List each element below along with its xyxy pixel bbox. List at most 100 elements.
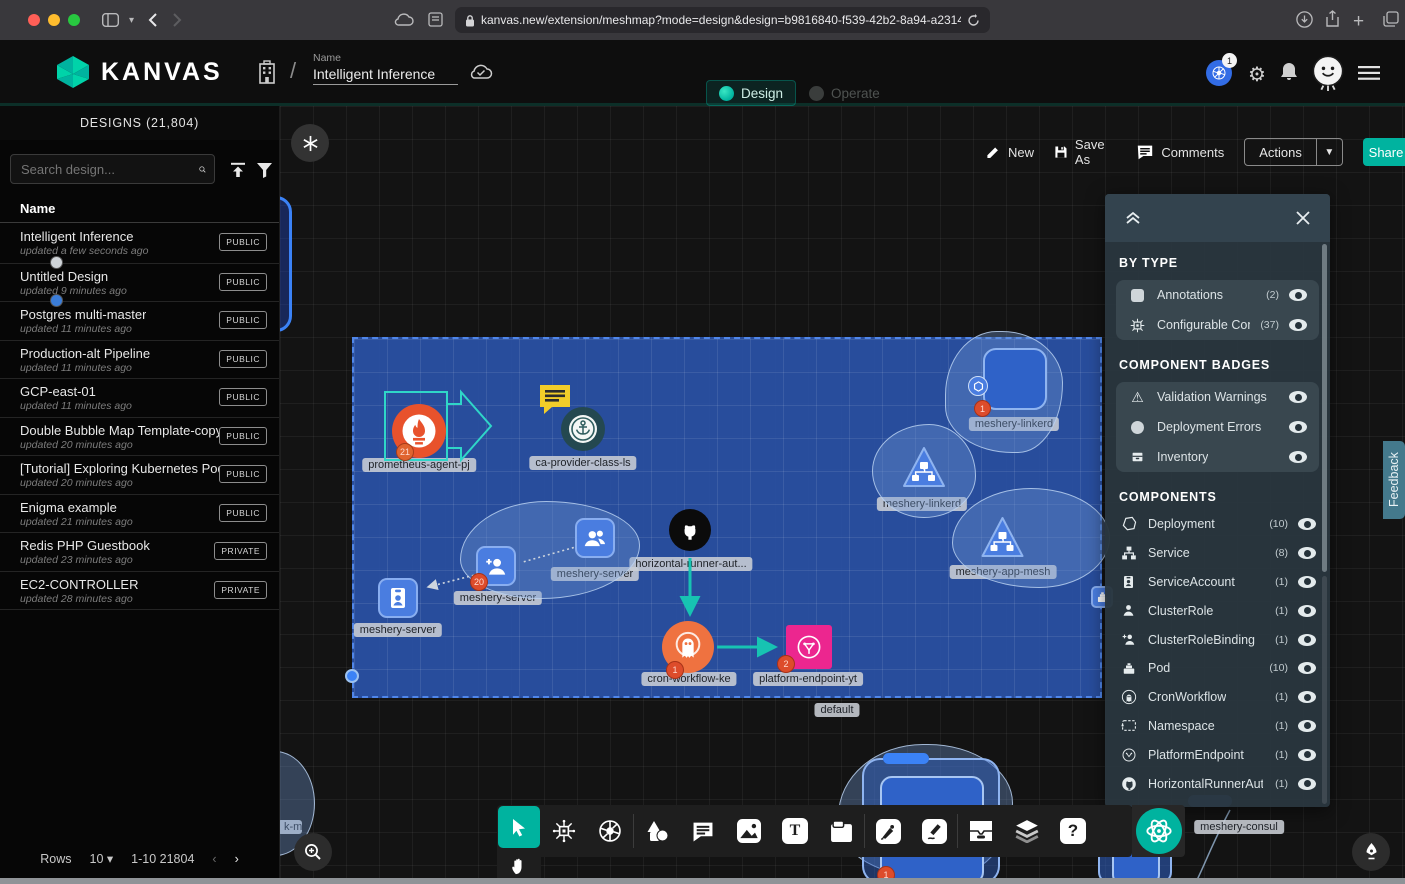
eye-icon[interactable] (1298, 778, 1316, 790)
component-row-deployment[interactable]: Deployment(10) (1105, 510, 1330, 539)
component-row-horizontalrunnerautoscaler[interactable]: HorizontalRunnerAutos(1) (1105, 769, 1330, 798)
design-row[interactable]: Production-alt Pipeline updated 11 minut… (0, 340, 279, 379)
share-page-icon[interactable] (1325, 10, 1340, 28)
component-tool-button[interactable] (541, 819, 587, 843)
sidebar-toggle-icon[interactable] (102, 13, 119, 27)
address-bar[interactable]: kanvas.new/extension/meshmap?mode=design… (455, 7, 990, 33)
maximize-window-button[interactable] (68, 14, 80, 26)
rows-per-page-select[interactable]: 10 ▾ (90, 851, 114, 866)
design-name-input[interactable] (313, 64, 458, 85)
layer-row-configurable-components[interactable]: Configurable Compon (37) (1116, 310, 1319, 340)
design-row[interactable]: Intelligent Inference updated a few seco… (0, 224, 279, 263)
eye-icon[interactable] (1298, 662, 1316, 674)
hamburger-menu-icon[interactable] (1358, 66, 1380, 80)
node-horizontal-runner[interactable] (669, 509, 711, 551)
eye-icon[interactable] (1298, 634, 1316, 646)
badge-row-validation-warnings[interactable]: ⚠ Validation Warnings (1116, 382, 1319, 412)
tab-operate[interactable]: Operate (797, 80, 892, 106)
node-meshery-server-serviceaccount[interactable] (378, 578, 418, 618)
eye-icon[interactable] (1298, 605, 1316, 617)
node-handle[interactable] (883, 753, 929, 764)
eye-icon[interactable] (1289, 319, 1307, 331)
downloads-icon[interactable] (1296, 11, 1313, 28)
error-badge[interactable]: 1 (974, 400, 991, 417)
close-icon[interactable] (1296, 211, 1310, 225)
actions-button[interactable]: Actions (1244, 138, 1317, 166)
component-row-namespace[interactable]: Namespace(1) (1105, 712, 1330, 741)
tab-overview-icon[interactable] (1383, 11, 1399, 27)
pen-tool-button[interactable] (865, 819, 911, 844)
design-row[interactable]: Postgres multi-master updated 11 minutes… (0, 301, 279, 340)
component-row-serviceaccount[interactable]: ServiceAccount(1) (1105, 568, 1330, 597)
design-row[interactable]: Redis PHP Guestbook updated 23 minutes a… (0, 532, 279, 571)
note-tool-button[interactable] (818, 820, 864, 843)
eye-icon[interactable] (1298, 547, 1316, 559)
design-row[interactable]: Untitled Design updated 9 minutes ago PU… (0, 263, 279, 302)
comment-tool-button[interactable] (680, 821, 726, 842)
eye-icon[interactable] (1298, 518, 1316, 530)
design-row[interactable]: [Tutorial] Exploring Kubernetes Pod upda… (0, 455, 279, 494)
meshery-extension-button[interactable] (1132, 805, 1185, 857)
filter-icon[interactable] (256, 162, 273, 178)
node-meshery-linkerd-service[interactable] (901, 445, 947, 490)
eye-icon[interactable] (1289, 391, 1307, 403)
component-row-cronworkflow[interactable]: CronWorkflow(1) (1105, 683, 1330, 712)
eye-icon[interactable] (1298, 576, 1316, 588)
reload-icon[interactable] (967, 14, 980, 27)
group-handle[interactable] (345, 669, 359, 683)
warning-badge[interactable]: 21 (396, 443, 414, 461)
kanvas-logo[interactable]: KANVAS (55, 54, 223, 90)
eye-icon[interactable] (1289, 289, 1307, 301)
organization-icon[interactable] (256, 60, 278, 84)
comment-annotation[interactable] (538, 383, 572, 415)
help-tool-button[interactable]: ? (1050, 818, 1096, 844)
error-badge[interactable]: 1 (666, 661, 684, 679)
shapes-tool-button[interactable] (634, 820, 680, 843)
minimize-window-button[interactable] (48, 14, 60, 26)
eye-icon[interactable] (1289, 451, 1307, 463)
component-row-clusterrole[interactable]: ClusterRole(1) (1105, 596, 1330, 625)
eye-icon[interactable] (1298, 749, 1316, 761)
comments-button[interactable]: Comments (1136, 144, 1224, 160)
new-button[interactable]: New (985, 144, 1034, 160)
prev-page-icon[interactable]: ‹ (212, 852, 216, 866)
reader-icon[interactable] (428, 12, 443, 27)
snowflake-button[interactable] (291, 124, 329, 162)
error-badge[interactable]: 2 (777, 655, 795, 673)
drawer-tool-button[interactable] (958, 820, 1004, 842)
eye-icon[interactable] (1298, 720, 1316, 732)
component-row-service[interactable]: Service(8) (1105, 539, 1330, 568)
new-tab-icon[interactable]: + (1353, 11, 1364, 33)
text-tool-button[interactable]: T (772, 818, 818, 844)
forward-icon[interactable] (173, 13, 182, 27)
tab-design[interactable]: Design (706, 80, 796, 106)
icloud-icon[interactable] (394, 13, 414, 26)
image-tool-button[interactable] (726, 819, 772, 843)
feedback-tab[interactable]: Feedback (1383, 441, 1405, 519)
freehand-draw-button[interactable] (911, 819, 957, 844)
zoom-button[interactable] (294, 833, 332, 871)
select-tool-button[interactable] (498, 806, 540, 848)
panel-scrollbar[interactable] (1322, 244, 1327, 572)
settings-gear-icon[interactable]: ⚙ (1248, 62, 1266, 87)
chevron-down-icon[interactable]: ▾ (129, 15, 134, 26)
node-meshery-server-clusterrole[interactable] (575, 518, 615, 558)
badge-row-deployment-errors[interactable]: Deployment Errors (1116, 412, 1319, 442)
close-window-button[interactable] (28, 14, 40, 26)
search-input[interactable] (19, 161, 199, 178)
notifications-bell-icon[interactable] (1280, 62, 1298, 82)
share-button[interactable]: Share (1363, 138, 1405, 166)
back-icon[interactable] (148, 13, 157, 27)
search-icon[interactable] (199, 162, 206, 177)
node-ca-provider[interactable] (561, 407, 605, 451)
k8s-context-switcher[interactable]: 1 (1206, 60, 1232, 86)
node-meshery-app-mesh-service[interactable] (978, 515, 1027, 560)
warning-badge[interactable]: 20 (470, 573, 488, 591)
design-row[interactable]: GCP-east-01 updated 11 minutes ago PUBLI… (0, 378, 279, 417)
eye-icon[interactable] (1298, 691, 1316, 703)
actions-dropdown-toggle[interactable]: ▼ (1317, 138, 1343, 166)
kubernetes-tool-button[interactable] (587, 818, 633, 844)
import-design-icon[interactable] (229, 162, 247, 178)
next-page-icon[interactable]: › (235, 852, 239, 866)
user-avatar[interactable] (1312, 55, 1344, 91)
